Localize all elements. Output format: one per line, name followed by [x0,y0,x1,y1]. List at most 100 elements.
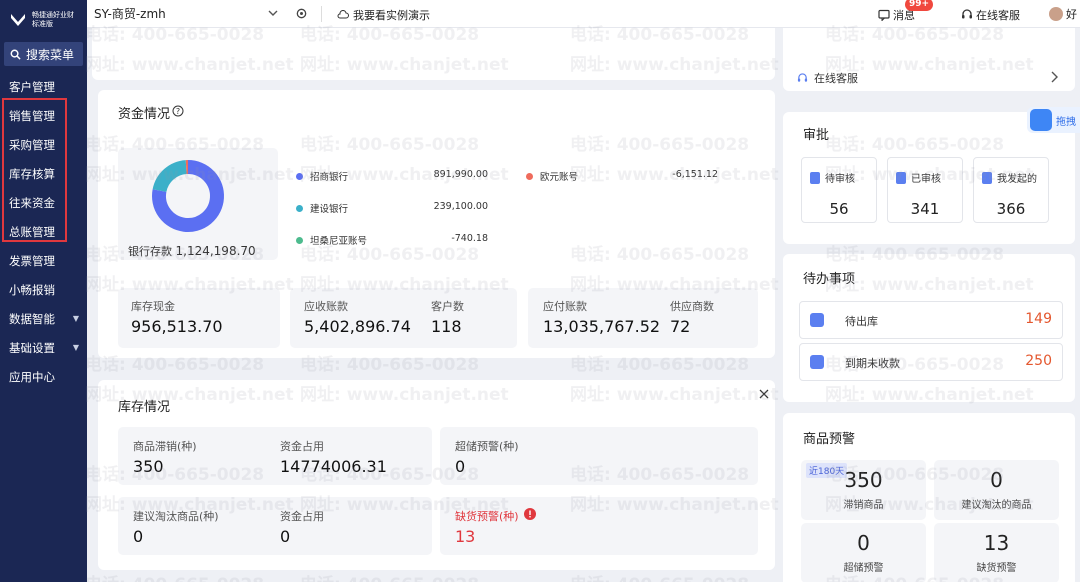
sidebar-item-data-intel[interactable]: 数据智能 ▼ [0,304,87,333]
todo-outbound[interactable]: 待出库 149 [799,301,1063,339]
inventory-tile-shortage[interactable]: 缺货预警(种) 13 [440,497,758,555]
stat-cash[interactable]: 库存现金 956,513.70 [118,288,280,348]
inv-value: 0 [280,527,291,546]
message-count-badge: 99+ [905,0,934,11]
inventory-tile-overstock[interactable]: 超储预警(种) 0 [440,427,758,485]
demo-label: 我要看实例演示 [353,9,430,22]
legend-dot [526,172,533,180]
bank-row: 建设银行 [296,201,348,215]
sidebar-item-app-center[interactable]: 应用中心 [0,362,87,391]
warn-value: 0 [990,468,1003,492]
online-service-label: 在线客服 [814,72,858,85]
donut-slice [152,160,188,193]
upload-icon [810,313,824,327]
approval-value: 366 [996,200,1026,218]
search-icon [10,49,21,60]
warn-obsolete[interactable]: 0 建议淘汰的商品 [934,460,1059,520]
logo[interactable]: 畅捷通好业财 标准版 [0,0,87,40]
goods-warning-card: 商品预警 近180天 350 滞销商品 0 建议淘汰的商品 0 超储预警 13 … [783,413,1075,582]
help-icon[interactable]: ? [172,105,184,117]
todo-overdue[interactable]: 到期未收款 250 [799,343,1063,381]
todo-title: 待办事项 [803,272,856,287]
approval-value: 341 [910,200,940,218]
inv-label: 超储预警(种) [455,440,519,453]
todo-label: 到期未收款 [845,357,900,370]
approval-value: 56 [829,200,849,218]
watermark-text: 电话: 400-665-0028 [570,570,749,582]
warn-slow[interactable]: 近180天 350 滞销商品 [801,460,926,520]
approval-approved[interactable]: 已审核 341 [887,157,963,223]
online-service-button[interactable]: 在线客服 [961,7,1020,23]
stat-label: 应收账款 [304,300,348,313]
headset-icon [797,72,808,82]
sidebar-item-settings[interactable]: 基础设置 ▼ [0,333,87,362]
inv-label: 商品滞销(种) [133,440,197,453]
stat-payable[interactable]: 应付账款 13,035,767.52 供应商数 72 [528,288,758,348]
document-icon [810,171,820,184]
user-name: 好 [1066,8,1077,21]
gear-icon[interactable] [295,7,308,20]
chevron-right-icon[interactable] [1049,71,1059,83]
stat-value: 5,402,896.74 [304,317,411,336]
inv-label: 资金占用 [280,440,324,453]
funds-card: 资金情况 ? 银行存款 1,124,198.70 招商银行 891,990.00… [98,90,775,358]
logo-text: 畅捷通好业财 [32,11,74,19]
bank-total: 银行存款 1,124,198.70 [128,243,256,259]
sidebar: 畅捷通好业财 标准版 搜索菜单 客户管理 销售管理 采购管理 库存核算 往来资金… [0,0,87,582]
todo-value: 149 [1025,311,1052,327]
goods-warning-title: 商品预警 [803,432,856,447]
logo-icon [11,14,25,26]
bank-row: 欧元账号 [526,169,578,183]
bank-amount: -740.18 [451,233,488,244]
todo-value: 250 [1025,353,1052,369]
bank-amount: 239,100.00 [433,201,488,212]
search-menu-button[interactable]: 搜索菜单 [4,42,83,66]
service-partial-card: 在线客服 [783,28,1075,91]
inventory-tile-slow[interactable]: 商品滞销(种) 350 资金占用 14774006.31 [118,427,432,485]
stat-label: 库存现金 [131,300,175,313]
divider [321,6,322,22]
company-name: SY-商贸-zmh [94,7,166,21]
sidebar-item-invoice[interactable]: 发票管理 [0,246,87,275]
inv-value: 0 [455,457,466,476]
sidebar-item-customers[interactable]: 客户管理 [0,72,87,101]
inventory-tile-obsolete[interactable]: 建议淘汰商品(种) 0 资金占用 0 [118,497,432,555]
warn-shortage[interactable]: 13 缺货预警 [934,523,1059,582]
approval-pending[interactable]: 待审核 56 [801,157,877,223]
online-service-link[interactable]: 在线客服 [797,70,858,86]
todo-label: 待出库 [845,315,878,328]
top-partial-card [92,28,775,80]
sidebar-item-reimburse[interactable]: 小畅报销 [0,275,87,304]
drag-float-button[interactable]: 拖拽 [1027,107,1080,133]
approval-initiated[interactable]: 我发起的 366 [973,157,1049,223]
inv-value: 350 [133,457,164,476]
close-icon[interactable] [759,389,769,399]
warn-label: 缺货预警 [976,563,1017,574]
topbar: SY-商贸-zmh 我要看实例演示 消息 99+ 在线客服 好 [87,0,1080,28]
logo-edition: 标准版 [32,20,53,28]
warn-label: 建议淘汰的商品 [961,500,1032,511]
demo-link[interactable]: 我要看实例演示 [337,7,430,23]
alert-icon [524,508,536,520]
stat-receivable[interactable]: 应收账款 5,402,896.74 客户数 118 [290,288,517,348]
list-doc-icon [982,171,992,184]
user-menu[interactable]: 好 [1049,6,1077,22]
chevron-down-icon: ▼ [72,343,79,352]
todo-card: 待办事项 待出库 149 到期未收款 250 [783,254,1075,402]
warn-value: 13 [983,531,1010,555]
inv-value: 14774006.31 [280,457,387,476]
company-select[interactable]: SY-商贸-zmh [87,0,287,28]
inventory-card: 库存情况 商品滞销(种) 350 资金占用 14774006.31 超储预警(种… [98,380,775,570]
stat-label: 客户数 [431,300,464,313]
highlight-box [2,98,67,242]
inv-label: 建议淘汰商品(种) [133,510,219,523]
watermark-text: 电话: 400-665-0028 [300,570,479,582]
bank-row: 招商银行 [296,169,348,183]
warn-overstock[interactable]: 0 超储预警 [801,523,926,582]
inv-value: 0 [133,527,144,546]
message-icon [878,9,890,21]
bank-row: 坦桑尼亚账号 [296,233,367,247]
legend-dot [296,172,303,180]
service-label: 在线客服 [976,9,1020,22]
stat-value: 118 [431,317,462,336]
